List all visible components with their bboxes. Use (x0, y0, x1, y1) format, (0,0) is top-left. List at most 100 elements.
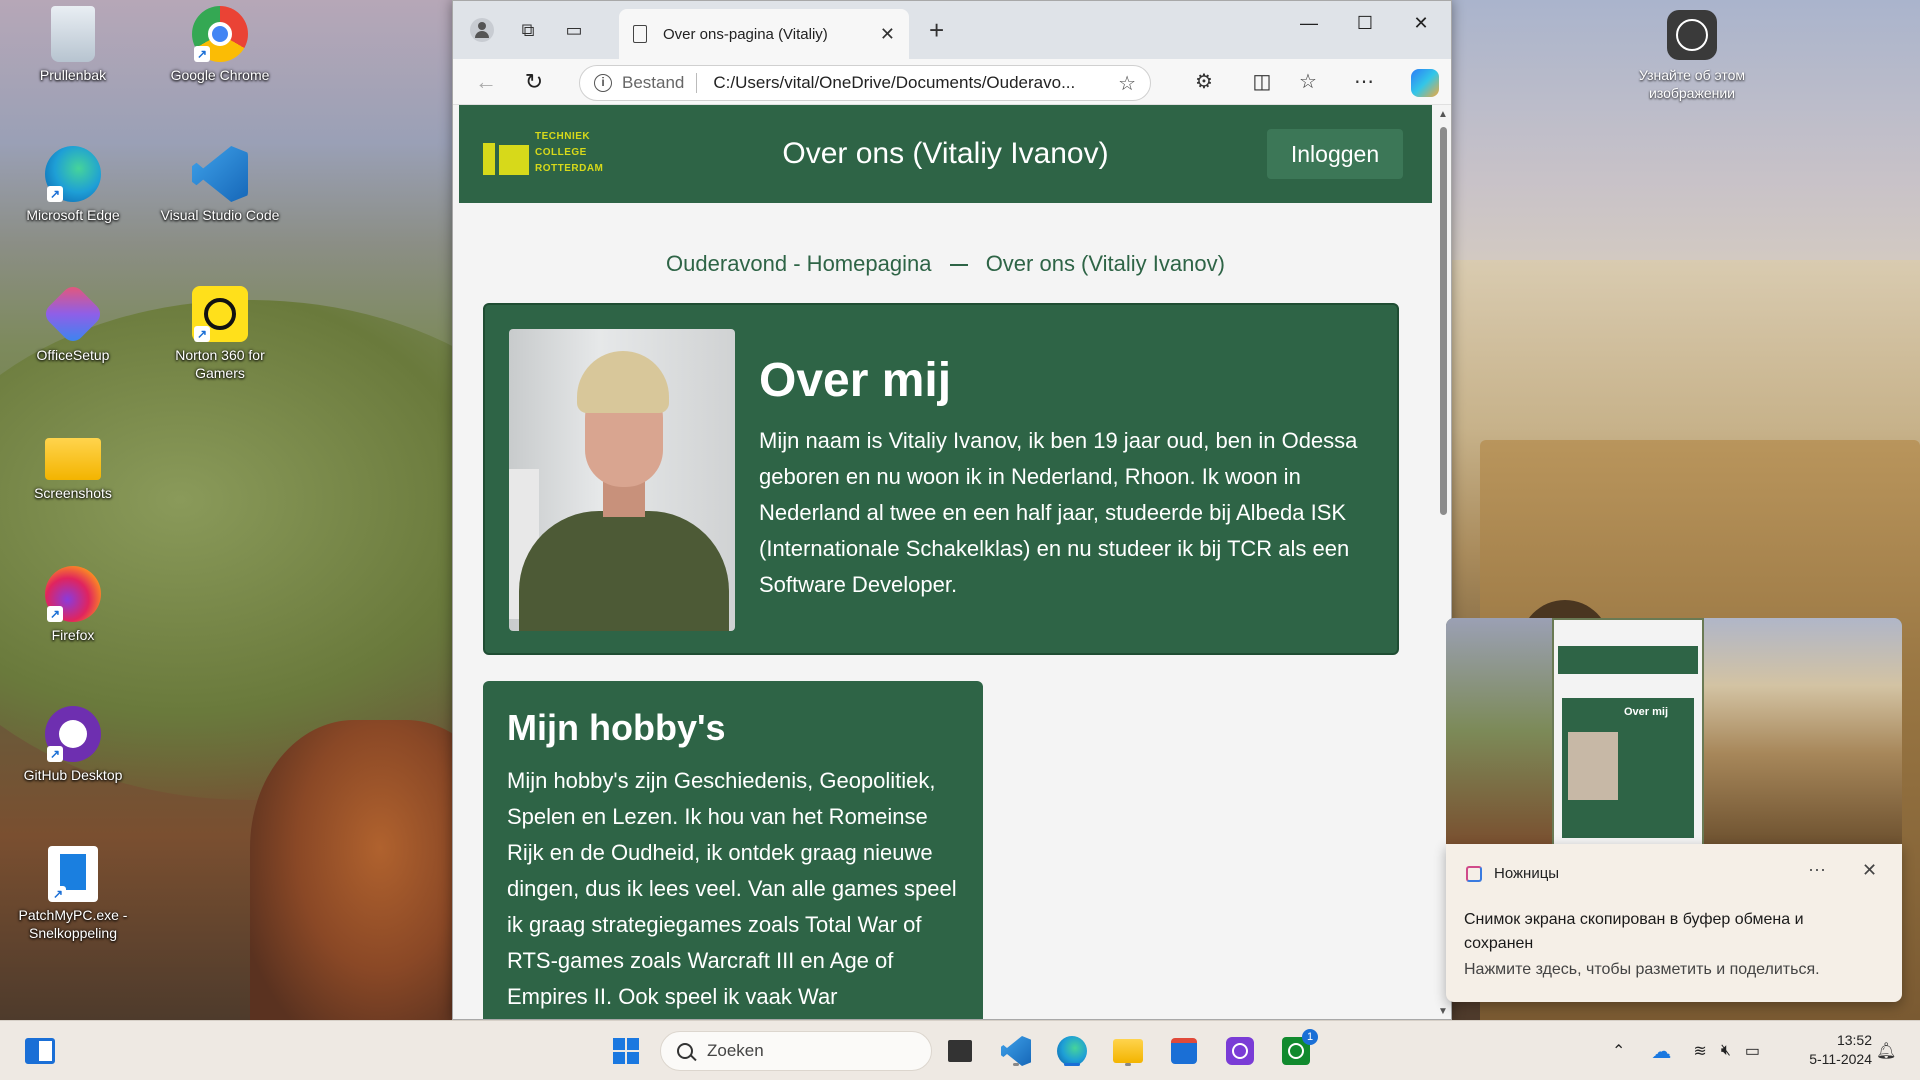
hobby-text: Mijn hobby's zijn Geschiedenis, Geopolit… (507, 768, 957, 1009)
taskbar-edge[interactable] (1054, 1033, 1090, 1069)
desktop-icon-norton[interactable]: ↗ Norton 360 for Gamers (160, 286, 280, 382)
security-label: Bestand (622, 73, 685, 92)
info-icon[interactable]: i (594, 74, 612, 92)
copilot-icon[interactable] (1411, 69, 1439, 97)
notification-app: Ножницы (1464, 864, 1559, 882)
maximize-button[interactable]: ☐ (1345, 13, 1385, 34)
refresh-button[interactable]: ↻ (517, 67, 551, 97)
about-card: Over mij Mijn naam is Vitaliy Ivanov, ik… (483, 303, 1399, 655)
desktop-icon-patchmypc[interactable]: ↗ PatchMyPC.exe - Snelkoppeling (13, 846, 133, 942)
hobby-card: Mijn hobby's Mijn hobby's zijn Geschiede… (483, 681, 983, 1019)
screenshot-preview[interactable]: Over mij (1446, 618, 1902, 844)
folder-icon (1113, 1039, 1143, 1063)
desktop-icon-recycle-bin[interactable]: Prullenbak (13, 6, 133, 84)
desktop-icon-label: Screenshots (34, 485, 112, 501)
close-tab-icon[interactable]: ✕ (880, 24, 895, 45)
browser-window: ⧉ ▭ Over ons-pagina (Vitaliy) ✕ + — ☐ ✕ … (452, 0, 1452, 1020)
url-text: C:/Users/vital/OneDrive/Documents/Oudera… (713, 73, 1076, 92)
desktop-icon-label: Microsoft Edge (26, 207, 120, 223)
about-title: Over mij (759, 354, 952, 407)
desktop-icon-label: Prullenbak (39, 67, 107, 83)
folder-icon (45, 438, 101, 480)
clock[interactable]: 13:52 5-11-2024 (1792, 1031, 1872, 1069)
favorites-icon[interactable]: ☆ (1291, 67, 1325, 97)
workspaces-icon[interactable]: ⧉ (513, 15, 543, 45)
chevron-up-icon[interactable]: ⌃ (1612, 1041, 1625, 1061)
scroll-down-icon[interactable]: ▼ (1438, 1006, 1448, 1017)
minimize-button[interactable]: — (1289, 13, 1329, 34)
firefox-icon: ↗ (45, 566, 101, 622)
extensions-icon[interactable]: ⚙ (1187, 67, 1221, 97)
profile-icon[interactable] (467, 15, 497, 45)
notification-more-icon[interactable]: ⋯ (1808, 860, 1826, 881)
snipping-notification[interactable]: Ножницы ⋯ ✕ Снимок экрана скопирован в б… (1446, 844, 1902, 1002)
recycle-bin-icon (51, 6, 95, 62)
desktop-icon-officesetup[interactable]: OfficeSetup (13, 282, 133, 364)
scrollbar-thumb[interactable] (1440, 127, 1447, 515)
spotlight-icon (1667, 10, 1717, 60)
snipping-tool-icon (1464, 864, 1482, 882)
taskbar-xbox[interactable]: 1 (1278, 1029, 1318, 1069)
snipping-tool-icon (1226, 1037, 1254, 1065)
onedrive-icon[interactable]: ☁ (1651, 1039, 1671, 1064)
notification-subtext: Нажмите здесь, чтобы разметить и поделит… (1464, 961, 1820, 978)
site-header: TECHNIEK COLLEGE ROTTERDAM Over ons (Vit… (459, 105, 1432, 203)
spotlight-label: Узнайте об этом изображении (1639, 67, 1745, 101)
search-icon (677, 1043, 693, 1059)
notification-message: Снимок экрана скопирован в буфер обмена … (1464, 911, 1804, 952)
taskbar-store[interactable] (1166, 1033, 1202, 1069)
office-icon (41, 282, 105, 346)
breadcrumb-home-link[interactable]: Ouderavond - Homepagina (666, 251, 931, 276)
more-menu-icon[interactable]: ⋯ (1347, 67, 1381, 97)
favorite-star-icon[interactable]: ☆ (1118, 71, 1136, 96)
battery-icon[interactable]: ▭ (1745, 1041, 1760, 1061)
desktop-icon-screenshots[interactable]: Screenshots (13, 426, 133, 502)
desktop-icon-label: Norton 360 for Gamers (175, 347, 265, 381)
taskbar-search[interactable]: Zoeken (660, 1031, 932, 1071)
desktop-icon-firefox[interactable]: ↗ Firefox (13, 566, 133, 644)
back-button[interactable]: ← (469, 67, 503, 97)
norton-icon: ↗ (192, 286, 248, 342)
desktop-icon-edge[interactable]: ↗ Microsoft Edge (13, 146, 133, 224)
edge-icon: ↗ (45, 146, 101, 202)
tab-bar: ⧉ ▭ Over ons-pagina (Vitaliy) ✕ + — ☐ ✕ (453, 1, 1451, 59)
scroll-up-icon[interactable]: ▲ (1438, 109, 1448, 120)
tab-active[interactable]: Over ons-pagina (Vitaliy) ✕ (619, 9, 909, 59)
login-button[interactable]: Inloggen (1267, 129, 1403, 179)
volume-icon[interactable]: 🔇︎ (1721, 1042, 1731, 1060)
vertical-tabs-icon[interactable]: ▭ (559, 15, 589, 45)
taskbar-vscode[interactable] (998, 1033, 1034, 1069)
notification-app-name: Ножницы (1494, 864, 1560, 882)
clock-date: 5-11-2024 (1809, 1051, 1872, 1067)
system-tray: ⌃ ☁ ≋ 🔇︎ ▭ (1612, 1021, 1760, 1080)
hobby-title: Mijn hobby's (507, 707, 726, 748)
desktop-icon-label: Google Chrome (170, 67, 270, 83)
desktop-icon-vscode[interactable]: Visual Studio Code (160, 146, 280, 224)
split-screen-icon[interactable]: ◫ (1245, 67, 1279, 97)
url-field[interactable]: i Bestand C:/Users/vital/OneDrive/Docume… (579, 65, 1151, 101)
store-icon (1171, 1038, 1197, 1064)
start-button[interactable] (608, 1033, 644, 1069)
new-tab-button[interactable]: + (929, 15, 944, 46)
address-bar: ← ↻ i Bestand C:/Users/vital/OneDrive/Do… (453, 59, 1451, 105)
taskbar-file-explorer[interactable] (1110, 1033, 1146, 1069)
wifi-icon[interactable]: ≋ (1693, 1041, 1706, 1061)
vscode-icon (192, 146, 248, 202)
taskbar-task-view[interactable] (942, 1033, 978, 1069)
preview-about-title: Over mij (1624, 706, 1669, 718)
page-viewport: TECHNIEK COLLEGE ROTTERDAM Over ons (Vit… (453, 105, 1438, 1019)
desktop-icon-label: PatchMyPC.exe - Snelkoppeling (18, 907, 128, 941)
patchmypc-icon: ↗ (48, 846, 98, 902)
spotlight-info[interactable]: Узнайте об этом изображении (1612, 10, 1772, 102)
notification-close-icon[interactable]: ✕ (1862, 860, 1877, 881)
chrome-icon: ↗ (192, 6, 248, 62)
notification-bell-icon[interactable]: 🔔︎ (1876, 1041, 1896, 1061)
xbox-badge: 1 (1302, 1029, 1318, 1045)
taskbar-snipping-tool[interactable] (1222, 1033, 1258, 1069)
document-icon (633, 25, 647, 43)
desktop-icon-github[interactable]: ↗ GitHub Desktop (13, 706, 133, 784)
github-icon: ↗ (45, 706, 101, 762)
close-window-button[interactable]: ✕ (1401, 13, 1441, 34)
desktop-icon-chrome[interactable]: ↗ Google Chrome (160, 6, 280, 84)
widgets-icon[interactable] (22, 1033, 58, 1069)
